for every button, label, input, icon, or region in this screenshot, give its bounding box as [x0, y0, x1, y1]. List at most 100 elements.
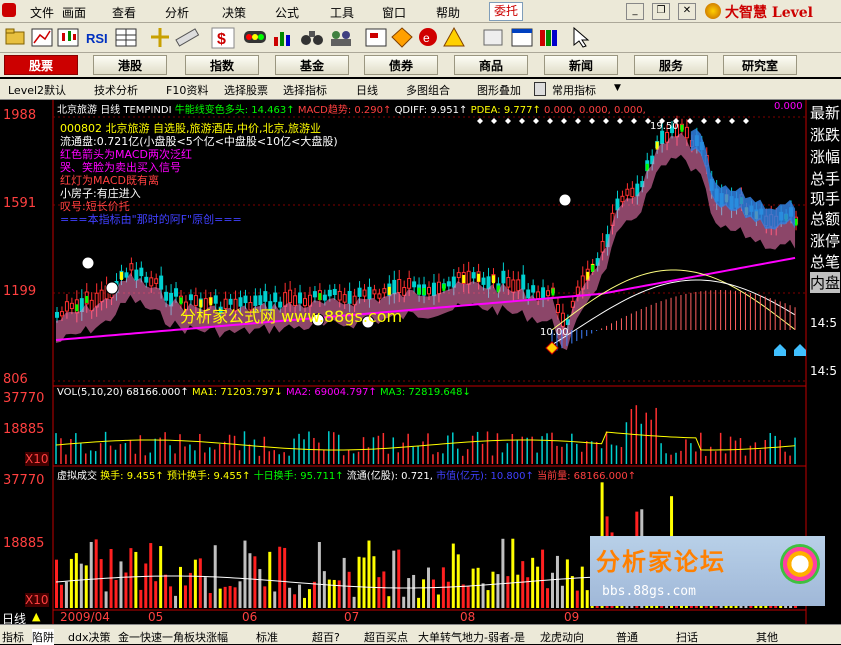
rsi-icon[interactable]: RSI	[86, 31, 108, 46]
vol-y-2: 18885	[3, 422, 45, 437]
quote-limit: 涨停	[810, 232, 841, 250]
menu-decision[interactable]: 决策	[222, 4, 246, 21]
candle-body	[342, 294, 347, 303]
window-icon[interactable]	[511, 28, 533, 47]
virtual-bar	[471, 568, 475, 608]
nav-tab-service[interactable]: 服务	[634, 55, 708, 75]
chevron-down-icon[interactable]: ▼	[614, 83, 621, 93]
restore-button[interactable]: ❐	[652, 3, 670, 20]
document-icon[interactable]	[483, 29, 503, 46]
virtual-bar	[193, 559, 197, 608]
nav-tab-fund[interactable]: 基金	[275, 55, 349, 75]
chart-icon[interactable]	[31, 28, 53, 47]
diamond-mark	[631, 118, 637, 124]
vol-legend-name: VOL(5,10,20)	[57, 387, 124, 398]
virtual-bar	[496, 574, 500, 608]
virt-mcap: 市值(亿元): 10.800↑	[436, 471, 534, 482]
binoculars-icon[interactable]	[301, 31, 323, 45]
subtab-tech[interactable]: 技术分析	[94, 82, 138, 98]
virtual-bar	[327, 579, 331, 608]
ruler-icon[interactable]	[175, 28, 200, 47]
period-label: 日线	[100, 105, 121, 116]
crosshair-icon[interactable]	[151, 28, 169, 47]
virtual-bar	[387, 596, 391, 608]
nav-tab-commodity[interactable]: 商品	[454, 55, 528, 75]
candle-body	[332, 288, 337, 295]
virtual-bar	[332, 579, 336, 608]
quote-current: 现手	[810, 190, 841, 208]
nav-tab-bond[interactable]: 债券	[364, 55, 438, 75]
candle-body	[69, 302, 74, 310]
bars-icon[interactable]	[274, 32, 290, 46]
menu-file[interactable]: 文件	[30, 4, 54, 21]
subtab-f10[interactable]: F10资料	[166, 82, 208, 98]
green-signal	[417, 287, 421, 295]
nav-tab-research[interactable]: 研究室	[723, 55, 797, 75]
menu-bar: 文件 画面 查看 分析 决策 公式 工具 窗口 帮助 委托 _ ❐ ✕ 大智慧 …	[0, 0, 841, 23]
subtab-common[interactable]: 常用指标	[552, 82, 596, 98]
book-icon[interactable]	[540, 30, 557, 46]
chart-area[interactable]: 北京旅游 日线 TEMPINDI 牛能线变色多头: 14.463↑ MACD趋势…	[0, 100, 841, 626]
virtual-bar	[114, 579, 118, 608]
candle-body	[55, 311, 59, 318]
nav-tab-index[interactable]: 指数	[185, 55, 259, 75]
menu-analysis[interactable]: 分析	[165, 4, 189, 21]
warning-icon[interactable]	[443, 26, 465, 47]
low-price-label: 10.00	[540, 327, 569, 338]
red-circle-icon[interactable]: e	[419, 28, 437, 46]
virtual-bar	[397, 549, 401, 608]
virtual-bar	[466, 586, 470, 608]
candle-body	[322, 294, 327, 301]
virtual-bar	[570, 576, 574, 608]
traffic-light-icon[interactable]	[244, 31, 266, 43]
virtual-bar	[451, 543, 455, 608]
subtab-daily[interactable]: 日线	[356, 82, 378, 98]
forum-logo-title: 分析家论坛	[596, 547, 726, 576]
vol-y-1: 37770	[3, 391, 45, 406]
minimize-button[interactable]: _	[626, 3, 644, 20]
folder-icon[interactable]	[5, 28, 25, 45]
virtual-bar	[541, 549, 545, 608]
virtual-bar	[322, 571, 326, 608]
menu-tools[interactable]: 工具	[330, 4, 354, 21]
candle-body	[541, 287, 546, 300]
diamond-mark	[603, 118, 609, 124]
candle-body	[397, 279, 402, 294]
candle-body	[154, 278, 159, 284]
subtab-select-indicator[interactable]: 选择指标	[283, 82, 327, 98]
candle-icon[interactable]	[57, 28, 79, 47]
subtab-multi[interactable]: 多图组合	[406, 82, 450, 98]
subtab-select-stock[interactable]: 选择股票	[224, 82, 268, 98]
virtual-bar	[303, 597, 306, 608]
group-icon[interactable]	[331, 31, 351, 46]
diamond-icon[interactable]	[391, 27, 413, 48]
vol-ma-line	[55, 431, 796, 451]
pointer-help-icon[interactable]	[573, 26, 590, 48]
candle-body	[288, 289, 293, 304]
stock-name: 北京旅游	[57, 105, 97, 116]
close-button[interactable]: ✕	[678, 3, 696, 20]
dollar-icon[interactable]: $	[211, 27, 235, 49]
info-line-1: 000802 北京旅游 自选股,旅游酒店,中价,北京,旅游业	[60, 122, 321, 135]
subtab-overlay[interactable]: 图形叠加	[477, 82, 521, 98]
virtual-bar	[154, 581, 158, 608]
diamond-mark	[575, 118, 581, 124]
menu-window[interactable]: 窗口	[382, 4, 406, 21]
nav-tab-news[interactable]: 新闻	[544, 55, 618, 75]
menu-view[interactable]: 查看	[112, 4, 136, 21]
flag-icon[interactable]	[365, 28, 387, 47]
table-icon[interactable]	[115, 28, 137, 47]
virtual-bar	[546, 588, 550, 608]
y-label-4: 806	[3, 372, 28, 387]
nav-tab-hk[interactable]: 港股	[93, 55, 167, 75]
info-line-3: 红色箭头为MACD两次泛红	[60, 148, 192, 161]
virtual-bar	[382, 571, 386, 608]
menu-help[interactable]: 帮助	[436, 4, 460, 21]
menu-formula[interactable]: 公式	[275, 4, 299, 21]
lock-icon[interactable]	[534, 82, 546, 96]
candle-body	[59, 311, 64, 317]
menu-screen[interactable]: 画面	[62, 4, 86, 21]
nav-tab-stocks[interactable]: 股票	[4, 55, 78, 75]
subtab-level2[interactable]: Level2默认	[8, 82, 66, 98]
entrust-button[interactable]: 委托	[489, 2, 523, 21]
